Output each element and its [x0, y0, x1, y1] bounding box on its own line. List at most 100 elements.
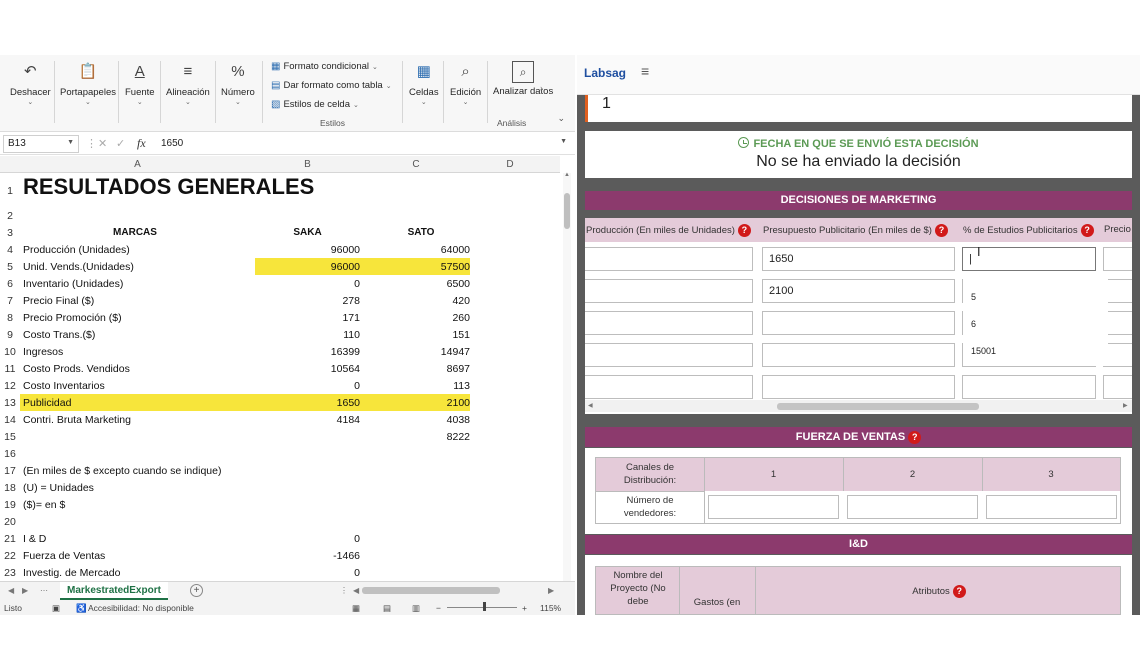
cell-c[interactable]: 8222	[372, 431, 470, 443]
brand-logo[interactable]: Labsag	[584, 66, 626, 80]
ad-studies-input[interactable]	[962, 375, 1096, 399]
row-number[interactable]: 11	[0, 363, 20, 375]
cell-c[interactable]: 113	[372, 380, 470, 392]
spreadsheet-grid[interactable]: 1 RESULTADOS GENERALES 2 3 MARCAS SAKA SATO 4 Pr…	[0, 173, 560, 581]
row-number[interactable]: 14	[0, 414, 20, 426]
scroll-right-icon[interactable]: ▶	[1123, 402, 1128, 409]
cell-b[interactable]: 1650	[255, 397, 360, 409]
scroll-up-icon[interactable]: ▲	[564, 172, 570, 178]
dropdown-option[interactable]: 5	[971, 292, 976, 302]
price-input[interactable]	[1103, 375, 1132, 399]
cell-a[interactable]: (U) = Unidades	[23, 482, 94, 494]
cell-a[interactable]: RESULTADOS GENERALES	[23, 174, 314, 200]
row-number[interactable]: 16	[0, 448, 20, 460]
cell-a[interactable]: Inventario (Unidades)	[23, 278, 123, 290]
sellers-input-channel-2[interactable]	[847, 495, 978, 519]
cell-a[interactable]: I & D	[23, 533, 46, 545]
cell-a[interactable]: Investig. de Mercado	[23, 567, 120, 579]
chevron-right-icon[interactable]: ▶	[22, 586, 28, 595]
cell-c[interactable]: 57500	[372, 261, 470, 273]
help-icon[interactable]: ?	[908, 431, 922, 444]
row-number[interactable]: 1	[0, 185, 20, 197]
cell-b[interactable]: 10564	[255, 363, 360, 375]
cell-a[interactable]: Precio Promoción ($)	[23, 312, 122, 324]
page-break-icon[interactable]: ▥	[412, 603, 420, 614]
undo-button[interactable]: ↶ Deshacer ⌄	[10, 61, 51, 106]
row-number[interactable]: 18	[0, 482, 20, 494]
production-input[interactable]	[585, 343, 753, 367]
page-layout-icon[interactable]: ▤	[383, 603, 391, 614]
row-number[interactable]: 23	[0, 567, 20, 579]
row-number[interactable]: 17	[0, 465, 20, 477]
cell-b[interactable]: 0	[255, 533, 360, 545]
sheet-tab[interactable]: MarkestratedExport	[60, 582, 168, 600]
help-icon[interactable]: ?	[952, 585, 966, 598]
chevron-left-icon[interactable]: ◀	[8, 586, 14, 595]
zoom-slider[interactable]	[447, 607, 517, 608]
cancel-icon[interactable]: ✕	[98, 137, 107, 150]
row-number[interactable]: 13	[0, 397, 20, 409]
row-number[interactable]: 19	[0, 499, 20, 511]
cell-a[interactable]: (En miles de $ excepto cuando se indique…	[23, 465, 221, 477]
ad-budget-input[interactable]	[762, 343, 955, 367]
cell-a[interactable]: Unid. Vends.(Unidades)	[23, 261, 134, 273]
chevron-down-icon[interactable]: ▼	[560, 138, 567, 145]
cell-b[interactable]: 0	[255, 380, 360, 392]
column-header-c[interactable]: C	[362, 159, 470, 170]
ad-budget-input[interactable]	[762, 375, 955, 399]
chevron-right-icon[interactable]: ›	[540, 83, 543, 93]
row-number[interactable]: 15	[0, 431, 20, 443]
format-as-table-button[interactable]: ▤ Dar formato como tabla ⌄	[271, 80, 392, 91]
vertical-scrollbar[interactable]: ▲ ▼	[563, 172, 571, 615]
scroll-left-icon[interactable]: ◀	[353, 586, 359, 595]
accessibility-status[interactable]: Accesibilidad: No disponible	[88, 603, 194, 613]
cell-styles-button[interactable]: ▧ Estilos de celda ⌄	[271, 99, 359, 110]
row-number[interactable]: 2	[0, 210, 20, 222]
row-number[interactable]: 7	[0, 295, 20, 307]
font-button[interactable]: A Fuente ⌄	[125, 61, 155, 107]
cell-b[interactable]: SAKA	[255, 227, 360, 238]
cell-c[interactable]: 260	[372, 312, 470, 324]
row-number[interactable]: 10	[0, 346, 20, 358]
cell-c[interactable]: 420	[372, 295, 470, 307]
scrollbar-thumb[interactable]	[777, 403, 979, 410]
row-number[interactable]: 20	[0, 516, 20, 528]
zoom-in-icon[interactable]: +	[522, 603, 527, 613]
help-icon[interactable]: ?	[934, 224, 948, 237]
formula-input[interactable]: 1650	[161, 138, 183, 149]
row-number[interactable]: 8	[0, 312, 20, 324]
column-header-d[interactable]: D	[470, 159, 550, 170]
cell-b[interactable]: 0	[255, 278, 360, 290]
confirm-icon[interactable]: ✓	[116, 137, 125, 150]
column-header-b[interactable]: B	[255, 159, 360, 170]
cell-b[interactable]: -1466	[255, 550, 360, 562]
sellers-input-channel-1[interactable]	[708, 495, 839, 519]
production-input[interactable]	[585, 279, 753, 303]
production-input[interactable]	[585, 247, 753, 271]
cell-a[interactable]: Contri. Bruta Marketing	[23, 414, 131, 426]
row-number[interactable]: 4	[0, 244, 20, 256]
ad-studies-input[interactable]: |	[962, 247, 1096, 271]
insert-function-button[interactable]: fx	[137, 136, 146, 151]
editing-button[interactable]: ⌕ Edición ⌄	[450, 61, 481, 107]
hamburger-menu-icon[interactable]: ≡	[641, 63, 649, 79]
dropdown-option[interactable]: 6	[971, 319, 976, 329]
collapse-ribbon-icon[interactable]: ⌄	[557, 113, 565, 124]
scroll-left-icon[interactable]: ◀	[588, 402, 593, 409]
clipboard-button[interactable]: 📋 Portapapeles ⌄	[60, 61, 116, 106]
cell-c[interactable]: 14947	[372, 346, 470, 358]
scroll-right-icon[interactable]: ▶	[548, 586, 554, 595]
ad-budget-input[interactable]	[762, 311, 955, 335]
cell-b[interactable]: 4184	[255, 414, 360, 426]
cell-c[interactable]: 151	[372, 329, 470, 341]
production-input[interactable]	[585, 375, 753, 399]
zoom-out-icon[interactable]: −	[436, 603, 441, 613]
ad-budget-input[interactable]: 1650	[762, 247, 955, 271]
cell-a[interactable]: Publicidad	[23, 397, 71, 409]
row-number[interactable]: 3	[0, 227, 20, 239]
row-number[interactable]: 5	[0, 261, 20, 273]
cell-a[interactable]: ($)= en $	[23, 499, 65, 511]
cells-button[interactable]: ▦ Celdas ⌄	[409, 61, 439, 106]
number-button[interactable]: % Número ⌄	[221, 61, 255, 107]
horizontal-scrollbar-thumb[interactable]	[362, 587, 500, 594]
